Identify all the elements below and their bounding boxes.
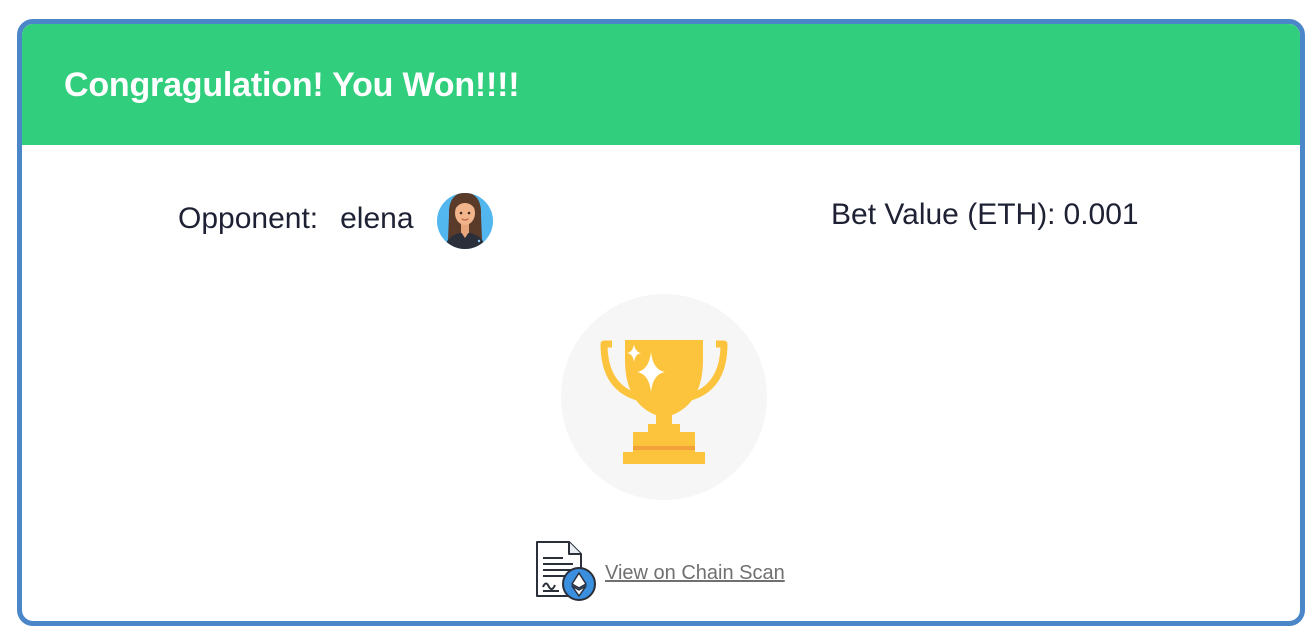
opponent-label: Opponent: xyxy=(178,202,319,235)
win-dialog: Congragulation! You Won!!!! Opponent: el… xyxy=(17,19,1305,626)
chain-scan-link-text[interactable]: View on Chain Scan xyxy=(605,562,785,585)
bet-info: Bet Value (ETH): 0.001 xyxy=(831,198,1139,232)
chain-scan-link[interactable]: View on Chain Scan xyxy=(533,538,785,602)
dialog-title: Congragulation! You Won!!!! xyxy=(64,66,520,104)
trophy-illustration xyxy=(561,294,767,500)
bet-value: 0.001 xyxy=(1063,198,1139,231)
ethereum-document-icon[interactable] xyxy=(533,538,597,602)
opponent-name: elena xyxy=(340,202,414,235)
bet-label: Bet Value (ETH): xyxy=(831,198,1056,231)
opponent-info: Opponent: elena xyxy=(178,187,494,251)
female-avatar-icon xyxy=(436,193,493,249)
trophy-icon xyxy=(561,294,767,500)
dialog-header: Congragulation! You Won!!!! xyxy=(22,24,1300,145)
